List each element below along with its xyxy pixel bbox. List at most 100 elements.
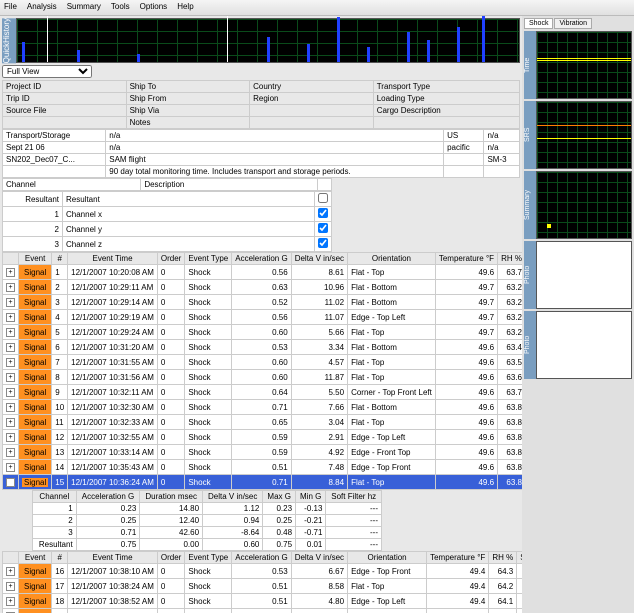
event-row[interactable]: +Signal812/1/2007 10:31:56 AM0Shock0.601… (3, 370, 523, 385)
meta-label (250, 105, 374, 117)
event-row[interactable]: +Signal512/1/2007 10:29:24 AM0Shock0.605… (3, 325, 523, 340)
event-row[interactable]: +Signal1212/1/2007 10:32:55 AM0Shock0.59… (3, 430, 523, 445)
expand-icon[interactable]: + (6, 433, 15, 442)
event-col-hdr[interactable]: Orientation (348, 552, 427, 564)
event-row[interactable]: +Signal1912/1/2007 10:39:31 AM0Shock0.60… (3, 609, 523, 613)
event-row[interactable]: +Signal1112/1/2007 10:32:33 AM0Shock0.65… (3, 415, 523, 430)
menu-analysis[interactable]: Analysis (27, 2, 57, 13)
event-col-hdr[interactable]: Acceleration G (232, 552, 291, 564)
quickhistory-tab[interactable]: QuickHistory (2, 18, 16, 63)
channel-checkbox[interactable] (318, 193, 328, 203)
expand-icon[interactable]: + (6, 582, 15, 591)
event-row[interactable]: +Signal612/1/2007 10:31:20 AM0Shock0.533… (3, 340, 523, 355)
meta-label: Trip ID (3, 93, 127, 105)
photo-panel-1[interactable] (536, 241, 632, 309)
event-col-hdr[interactable]: Event (19, 253, 52, 265)
event-col-hdr[interactable]: Event (19, 552, 52, 564)
meta-label: Loading Type (373, 93, 519, 105)
event-col-hdr[interactable]: RH % (489, 552, 517, 564)
expand-icon[interactable]: + (6, 418, 15, 427)
event-row[interactable]: +Signal1812/1/2007 10:38:52 AM0Shock0.51… (3, 594, 523, 609)
event-table-1: Event#Event TimeOrderEvent TypeAccelerat… (2, 252, 522, 490)
side-tab-summary[interactable]: Summary (524, 171, 536, 239)
event-row[interactable]: +Signal112/1/2007 10:20:08 AM0Shock0.568… (3, 265, 523, 280)
expand-icon[interactable]: + (6, 597, 15, 606)
side-tab-photo-1[interactable]: Photo (524, 241, 536, 309)
event-col-hdr[interactable]: # (52, 253, 68, 265)
event-col-hdr[interactable] (3, 552, 19, 564)
photo-panel-2[interactable] (536, 311, 632, 379)
event-col-hdr[interactable]: Orientation (348, 253, 436, 265)
expand-icon[interactable]: + (6, 388, 15, 397)
event-col-hdr[interactable]: Delta V in/sec (291, 552, 347, 564)
side-tab-srs[interactable]: SRS (524, 101, 536, 169)
menu-summary[interactable]: Summary (67, 2, 101, 13)
event-row[interactable]: +Signal712/1/2007 10:31:55 AM0Shock0.604… (3, 355, 523, 370)
info-cell: n/a (484, 130, 520, 142)
expand-icon[interactable]: + (6, 567, 15, 576)
tab-shock[interactable]: Shock (524, 18, 553, 29)
menu-bar: File Analysis Summary Tools Options Help (0, 0, 634, 16)
expand-icon[interactable]: + (6, 268, 15, 277)
stat-row: 10.2314.801.120.23-0.13--- (33, 503, 382, 515)
stat-col-hdr: Delta V in/sec (203, 491, 263, 503)
menu-tools[interactable]: Tools (111, 2, 130, 13)
event-row[interactable]: +Signal1612/1/2007 10:38:10 AM0Shock0.53… (3, 564, 523, 579)
info-cell: 90 day total monitoring time. Includes t… (106, 166, 444, 178)
menu-help[interactable]: Help (177, 2, 193, 13)
expand-icon[interactable]: + (6, 373, 15, 382)
event-row[interactable]: +Signal1712/1/2007 10:38:24 AM0Shock0.51… (3, 579, 523, 594)
event-col-hdr[interactable]: Event Type (185, 552, 232, 564)
event-row[interactable]: +Signal912/1/2007 10:32:11 AM0Shock0.645… (3, 385, 523, 400)
meta-label: Ship From (126, 93, 250, 105)
event-row[interactable]: +Signal1512/1/2007 10:36:24 AM0Shock0.71… (3, 475, 523, 490)
expand-icon[interactable]: + (6, 463, 15, 472)
meta-label (373, 117, 519, 129)
meta-label: Transport Type (373, 81, 519, 93)
expand-icon[interactable]: + (6, 478, 15, 487)
event-row[interactable]: +Signal412/1/2007 10:29:19 AM0Shock0.561… (3, 310, 523, 325)
expand-icon[interactable]: + (6, 298, 15, 307)
expand-icon[interactable]: + (6, 448, 15, 457)
tab-vibration[interactable]: Vibration (554, 18, 592, 29)
event-row[interactable]: +Signal1312/1/2007 10:33:14 AM0Shock0.59… (3, 445, 523, 460)
summary-chart[interactable] (536, 171, 632, 239)
info-cell (484, 166, 520, 178)
channel-checkbox[interactable] (318, 238, 328, 248)
right-panel: Shock Vibration Time SRS Summary Photo P… (522, 16, 634, 613)
menu-file[interactable]: File (4, 2, 17, 13)
time-chart[interactable] (536, 31, 632, 99)
event-col-hdr[interactable]: Delta V in/sec (291, 253, 347, 265)
event-row[interactable]: +Signal1012/1/2007 10:32:30 AM0Shock0.71… (3, 400, 523, 415)
event-col-hdr[interactable]: RH % (498, 253, 522, 265)
history-chart[interactable] (16, 18, 520, 63)
event-col-hdr[interactable]: Acceleration G (232, 253, 291, 265)
channel-checkbox[interactable] (318, 208, 328, 218)
expand-icon[interactable]: + (6, 358, 15, 367)
menu-options[interactable]: Options (140, 2, 168, 13)
event-col-hdr[interactable]: Temperature °F (435, 253, 497, 265)
event-col-hdr[interactable] (3, 253, 19, 265)
side-tab-time[interactable]: Time (524, 31, 536, 99)
expand-icon[interactable]: + (6, 343, 15, 352)
info-cell: n/a (484, 142, 520, 154)
event-row[interactable]: +Signal212/1/2007 10:29:11 AM0Shock0.631… (3, 280, 523, 295)
event-col-hdr[interactable]: Order (157, 253, 184, 265)
event-col-hdr[interactable]: Temperature °F (427, 552, 489, 564)
event-col-hdr[interactable]: Event Time (68, 253, 158, 265)
event-row[interactable]: +Signal312/1/2007 10:29:14 AM0Shock0.521… (3, 295, 523, 310)
expand-icon[interactable]: + (6, 283, 15, 292)
event-col-hdr[interactable]: Order (157, 552, 184, 564)
expand-icon[interactable]: + (6, 328, 15, 337)
event-col-hdr[interactable]: Event Type (185, 253, 232, 265)
event-col-hdr[interactable]: # (52, 552, 68, 564)
channel-checkbox[interactable] (318, 223, 328, 233)
side-tab-photo-2[interactable]: Photo (524, 311, 536, 379)
event-col-hdr[interactable]: Event Time (68, 552, 158, 564)
expand-icon[interactable]: + (6, 403, 15, 412)
view-dropdown[interactable]: Full View (2, 65, 520, 78)
expand-icon[interactable]: + (6, 313, 15, 322)
event-row[interactable]: +Signal1412/1/2007 10:35:43 AM0Shock0.51… (3, 460, 523, 475)
metadata-header-table: Project IDShip ToCountryTransport Type T… (2, 80, 520, 129)
srs-chart[interactable] (536, 101, 632, 169)
